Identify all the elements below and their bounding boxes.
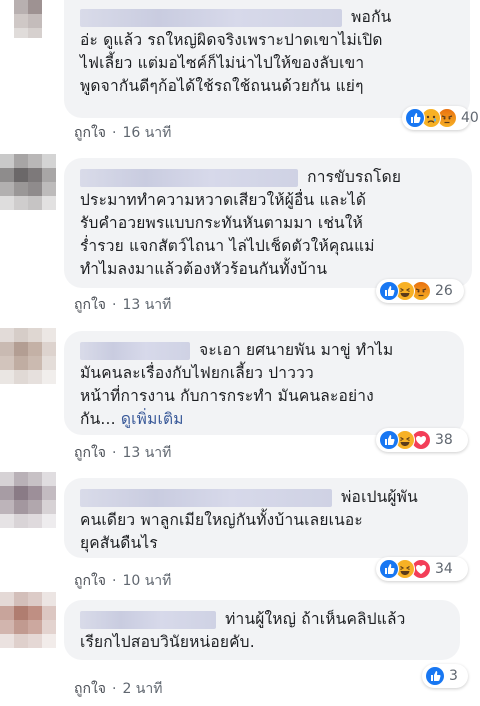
- comment-bubble: พอกัน อ่ะ ดูแล้ว รถใหญ่ผิดจริงเพราะปาดเข…: [64, 0, 470, 118]
- comment-actions: ถูกใจ · 10 นาที: [74, 573, 172, 589]
- comment-bubble: พ่อเปนผู้พัน คนเดียว พาลูกเมียใหญ่กันทั้…: [64, 478, 468, 558]
- comment-actions: ถูกใจ · 13 นาที: [74, 445, 172, 461]
- reaction-summary[interactable]: 38: [376, 428, 468, 452]
- commenter-name[interactable]: [80, 168, 298, 187]
- timestamp[interactable]: 13 นาที: [122, 297, 171, 313]
- comment-actions: ถูกใจ · 13 นาที: [74, 297, 172, 313]
- reaction-count: 38: [435, 432, 453, 448]
- commenter-name[interactable]: [80, 341, 190, 360]
- comment-text: จะเอา ยศนายพัน มาขู่ ทำไม มันคนละเรื่องก…: [80, 341, 394, 428]
- avatar[interactable]: [0, 328, 56, 384]
- like-reaction-icon: [379, 281, 399, 301]
- like-link[interactable]: ถูกใจ: [74, 681, 106, 697]
- comment-actions: ถูกใจ · 16 นาที: [74, 125, 172, 141]
- timestamp[interactable]: 10 นาที: [122, 573, 171, 589]
- reaction-count: 40: [461, 110, 479, 126]
- timestamp[interactable]: 2 นาที: [122, 681, 162, 697]
- avatar[interactable]: [0, 592, 56, 648]
- reaction-summary[interactable]: 40: [402, 106, 479, 130]
- avatar[interactable]: [0, 0, 56, 38]
- comment-bubble: การขับรถโดย ประมาททำความหวาดเสียวให้ผู้อ…: [64, 158, 472, 288]
- comment-text: พ่อเปนผู้พัน คนเดียว พาลูกเมียใหญ่กันทั้…: [80, 488, 418, 552]
- comment-bubble: จะเอา ยศนายพัน มาขู่ ทำไม มันคนละเรื่องก…: [64, 331, 464, 435]
- timestamp[interactable]: 16 นาที: [122, 125, 171, 141]
- timestamp[interactable]: 13 นาที: [122, 445, 171, 461]
- avatar[interactable]: [0, 472, 56, 528]
- like-link[interactable]: ถูกใจ: [74, 573, 106, 589]
- reaction-summary[interactable]: 34: [376, 557, 468, 581]
- comment-text: ท่านผู้ใหญ่ ถ้าเห็นคลิปแล้ว เรียกไปสอบวิ…: [80, 610, 406, 651]
- comment-bubble: ท่านผู้ใหญ่ ถ้าเห็นคลิปแล้ว เรียกไปสอบวิ…: [64, 600, 460, 660]
- like-reaction-icon: [379, 430, 399, 450]
- commenter-name[interactable]: [80, 8, 342, 27]
- commenter-name[interactable]: [80, 488, 332, 507]
- reaction-count: 3: [449, 668, 458, 684]
- like-reaction-icon: [379, 559, 399, 579]
- comment-actions: ถูกใจ · 2 นาที: [74, 681, 163, 697]
- reaction-count: 26: [435, 283, 453, 299]
- like-reaction-icon: [405, 108, 425, 128]
- like-link[interactable]: ถูกใจ: [74, 445, 106, 461]
- like-link[interactable]: ถูกใจ: [74, 125, 106, 141]
- comment-text: พอกัน อ่ะ ดูแล้ว รถใหญ่ผิดจริงเพราะปาดเข…: [80, 8, 392, 95]
- comment-text: การขับรถโดย ประมาททำความหวาดเสียวให้ผู้อ…: [80, 168, 402, 278]
- commenter-name[interactable]: [80, 610, 216, 629]
- avatar[interactable]: [0, 154, 56, 210]
- like-link[interactable]: ถูกใจ: [74, 297, 106, 313]
- reaction-summary[interactable]: 26: [376, 279, 464, 303]
- see-more-link[interactable]: ดูเพิ่มเติม: [121, 410, 184, 428]
- reaction-summary[interactable]: 3: [422, 664, 468, 688]
- reaction-count: 34: [435, 561, 453, 577]
- like-reaction-icon: [425, 666, 445, 686]
